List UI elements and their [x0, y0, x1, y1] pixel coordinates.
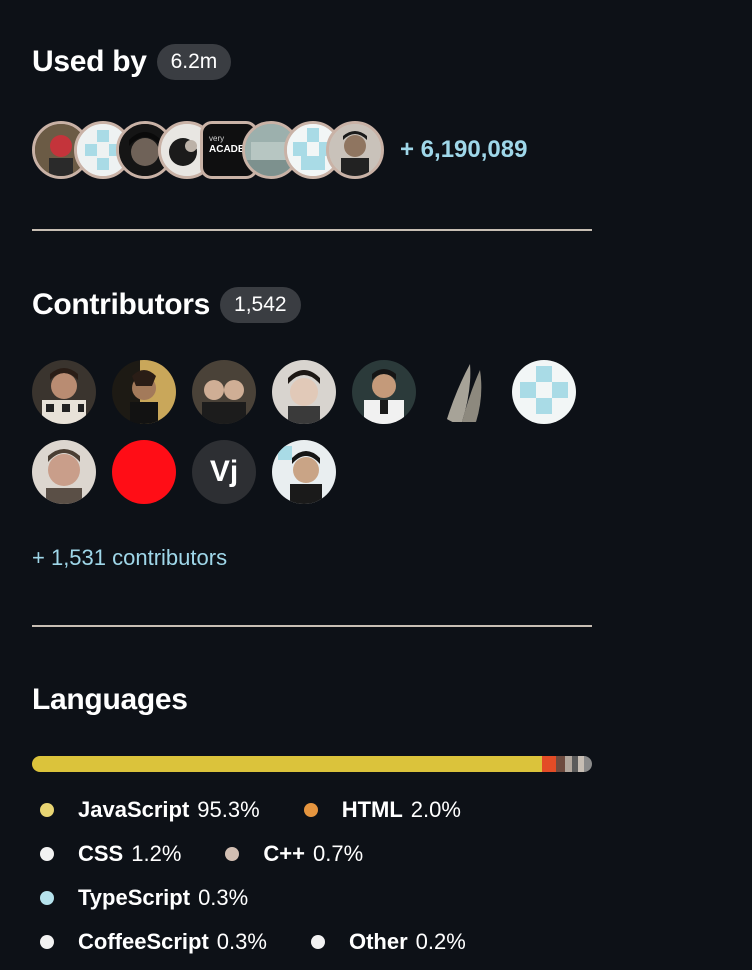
lang-name: HTML	[341, 797, 403, 822]
lang-name: CSS	[78, 841, 124, 866]
languages-row: CSS 1.2% C++ 0.7%	[40, 832, 600, 876]
lang-name: CoffeeScript	[78, 929, 209, 954]
used-by-title[interactable]: Used by	[32, 45, 147, 79]
contributor-avatar-initials[interactable]: Vj	[192, 440, 256, 504]
lang-percent: 2.0%	[410, 797, 461, 822]
lang-bar-segment-html[interactable]	[541, 756, 556, 772]
contributor-avatar[interactable]	[32, 360, 96, 424]
lang-dot-icon	[310, 935, 325, 949]
section-divider	[32, 625, 592, 627]
lang-dot-icon	[40, 891, 54, 905]
used-by-more-link[interactable]: + 6,190,089	[400, 136, 527, 164]
contributor-avatar[interactable]	[512, 360, 576, 424]
language-item-typescript[interactable]: TypeScript 0.3%	[40, 885, 248, 911]
language-item-html[interactable]: HTML 2.0%	[303, 797, 461, 823]
lang-dot-icon	[303, 803, 318, 817]
language-item-css[interactable]: CSS 1.2%	[40, 841, 181, 867]
language-item-cpp[interactable]: C++ 0.7%	[225, 841, 363, 867]
contributors-grid: Vj	[32, 360, 592, 504]
lang-percent: 0.7%	[313, 841, 364, 866]
contributors-more-link[interactable]: + 1,531 contributors	[32, 545, 227, 571]
lang-dot-icon	[40, 935, 54, 949]
contributor-avatar[interactable]	[112, 360, 176, 424]
used-by-count-badge: 6.2m	[156, 44, 232, 80]
used-by-avatars[interactable]: very ACADEM + 6,190,089	[32, 118, 527, 182]
contributors-title[interactable]: Contributors	[32, 288, 210, 322]
contributor-avatar[interactable]	[192, 360, 256, 424]
lang-name: C++	[263, 841, 305, 866]
languages-title: Languages	[32, 683, 188, 716]
lang-percent: 0.3%	[216, 929, 267, 954]
section-divider	[32, 229, 592, 231]
lang-bar-segment-javascript[interactable]	[32, 756, 542, 772]
lang-dot-icon	[40, 803, 54, 817]
repo-sidebar: Used by 6.2m very ACADEM + 6,190,089 Con…	[0, 0, 752, 970]
languages-row: TypeScript 0.3%	[40, 876, 600, 920]
lang-dot-icon	[225, 847, 240, 861]
lang-percent: 0.3%	[198, 885, 249, 910]
lang-bar-segment-css[interactable]	[555, 756, 565, 772]
contributor-avatar[interactable]	[272, 360, 336, 424]
lang-percent: 0.2%	[415, 929, 466, 954]
languages-bar	[32, 756, 592, 772]
contributor-avatar[interactable]	[112, 440, 176, 504]
used-by-avatar[interactable]	[326, 121, 384, 179]
lang-bar-segment-cpp[interactable]	[564, 756, 573, 772]
contributor-avatar[interactable]	[352, 360, 416, 424]
contributor-avatar[interactable]	[32, 440, 96, 504]
lang-name: TypeScript	[78, 885, 191, 910]
lang-name: JavaScript	[78, 797, 190, 822]
used-by-header: Used by 6.2m	[32, 44, 232, 80]
lang-name: Other	[348, 929, 408, 954]
avatar-label-small: very	[209, 134, 225, 143]
lang-bar-segment-other[interactable]	[583, 756, 592, 772]
contributors-count-badge: 1,542	[220, 287, 301, 323]
lang-dot-icon	[40, 847, 54, 861]
languages-row: CoffeeScript 0.3% Other 0.2%	[40, 920, 600, 964]
contributor-avatar[interactable]	[432, 360, 496, 424]
language-item-javascript[interactable]: JavaScript 95.3%	[40, 797, 260, 823]
languages-header: Languages	[32, 683, 188, 717]
languages-list: JavaScript 95.3% HTML 2.0% CSS 1.2% C++ …	[40, 788, 600, 964]
contributor-avatar[interactable]	[272, 440, 336, 504]
lang-percent: 95.3%	[197, 797, 260, 822]
contributors-header: Contributors 1,542	[32, 287, 301, 323]
language-item-other[interactable]: Other 0.2%	[310, 929, 466, 955]
language-item-coffeescript[interactable]: CoffeeScript 0.3%	[40, 929, 267, 955]
lang-percent: 1.2%	[131, 841, 182, 866]
languages-row: JavaScript 95.3% HTML 2.0%	[40, 788, 600, 832]
